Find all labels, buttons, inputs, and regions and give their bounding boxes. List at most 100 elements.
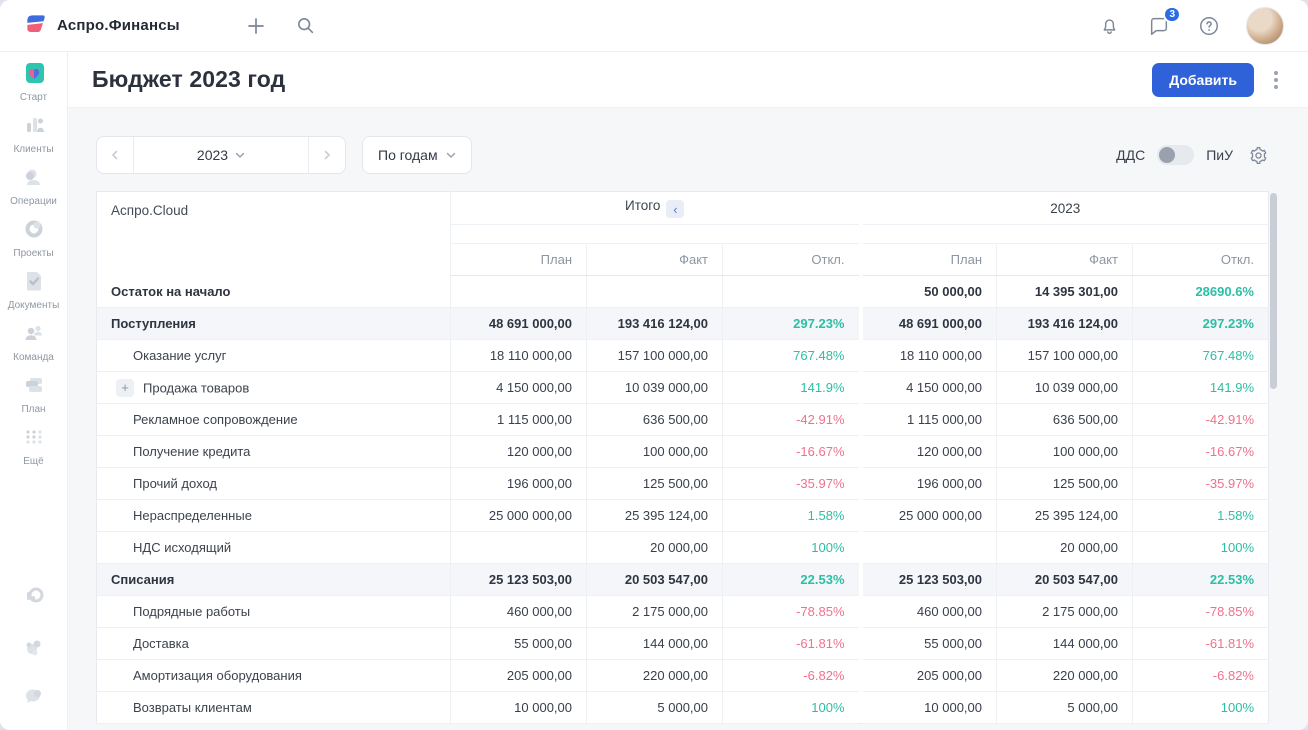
support-chat-icon[interactable]: [19, 682, 49, 712]
add-button[interactable]: Добавить: [1152, 63, 1254, 97]
row-label[interactable]: Доставка: [97, 628, 451, 660]
row-label[interactable]: Остаток на начало: [97, 276, 451, 308]
more-options-kebab-icon[interactable]: [1270, 67, 1282, 93]
value-cell[interactable]: 5 000,00: [587, 692, 723, 724]
user-avatar[interactable]: [1246, 7, 1284, 45]
value-cell[interactable]: 196 000,00: [451, 468, 587, 500]
value-cell[interactable]: 125 500,00: [587, 468, 723, 500]
value-cell[interactable]: 20 000,00: [587, 532, 723, 564]
value-cell[interactable]: 50 000,00: [863, 276, 997, 308]
value-cell[interactable]: 636 500,00: [997, 404, 1133, 436]
value-cell[interactable]: 636 500,00: [587, 404, 723, 436]
value-cell[interactable]: 193 416 124,00: [587, 308, 723, 340]
value-cell[interactable]: 25 123 503,00: [451, 564, 587, 596]
value-cell[interactable]: 55 000,00: [451, 628, 587, 660]
value-cell[interactable]: 193 416 124,00: [997, 308, 1133, 340]
row-label[interactable]: Амортизация оборудования: [97, 660, 451, 692]
prev-year-chevron-icon[interactable]: [97, 137, 134, 173]
value-cell[interactable]: 157 100 000,00: [997, 340, 1133, 372]
add-quick-button[interactable]: [244, 14, 268, 38]
row-label[interactable]: +Продажа товаров: [97, 372, 451, 404]
row-label[interactable]: Подрядные работы: [97, 596, 451, 628]
value-cell[interactable]: 2 175 000,00: [997, 596, 1133, 628]
value-cell[interactable]: 10 000,00: [863, 692, 997, 724]
year-select[interactable]: 2023: [134, 137, 308, 173]
value-cell[interactable]: 1 115 000,00: [451, 404, 587, 436]
value-cell[interactable]: 205 000,00: [451, 660, 587, 692]
period-select[interactable]: По годам: [362, 136, 472, 174]
value-cell[interactable]: 14 395 301,00: [997, 276, 1133, 308]
value-cell[interactable]: 4 150 000,00: [451, 372, 587, 404]
value-cell[interactable]: 55 000,00: [863, 628, 997, 660]
value-cell[interactable]: 10 000,00: [451, 692, 587, 724]
next-year-chevron-icon[interactable]: [308, 137, 345, 173]
value-cell[interactable]: 25 000 000,00: [863, 500, 997, 532]
row-label[interactable]: Нераспределенные: [97, 500, 451, 532]
value-cell[interactable]: 18 110 000,00: [451, 340, 587, 372]
value-cell[interactable]: 100 000,00: [997, 436, 1133, 468]
value-cell[interactable]: 196 000,00: [863, 468, 997, 500]
row-label[interactable]: Рекламное сопровождение: [97, 404, 451, 436]
value-cell[interactable]: 144 000,00: [997, 628, 1133, 660]
value-cell[interactable]: [587, 276, 723, 308]
value-cell[interactable]: 125 500,00: [997, 468, 1133, 500]
value-cell[interactable]: 18 110 000,00: [863, 340, 997, 372]
value-cell[interactable]: 20 503 547,00: [587, 564, 723, 596]
sidebar-item-projects[interactable]: Проекты: [3, 216, 65, 259]
value-cell[interactable]: 460 000,00: [863, 596, 997, 628]
sidebar-item-team[interactable]: Команда: [3, 320, 65, 363]
deviation-cell: 767.48%: [1133, 340, 1269, 372]
help-icon[interactable]: [1196, 13, 1222, 39]
sidebar-item-start[interactable]: Старт: [3, 60, 65, 103]
sidebar-item-operations[interactable]: Операции: [3, 164, 65, 207]
row-label[interactable]: Оказание услуг: [97, 340, 451, 372]
row-label[interactable]: Списания: [97, 564, 451, 596]
sidebar-item-more[interactable]: Ещё: [3, 424, 65, 467]
integrations-gear-icon[interactable]: [19, 632, 49, 662]
sidebar-item-documents[interactable]: Документы: [3, 268, 65, 311]
value-cell[interactable]: 48 691 000,00: [451, 308, 587, 340]
value-cell[interactable]: [451, 276, 587, 308]
value-cell[interactable]: 20 503 547,00: [997, 564, 1133, 596]
sidebar-item-clients[interactable]: Клиенты: [3, 112, 65, 155]
value-cell[interactable]: 205 000,00: [863, 660, 997, 692]
row-label[interactable]: НДС исходящий: [97, 532, 451, 564]
value-cell[interactable]: 220 000,00: [997, 660, 1133, 692]
value-cell[interactable]: 157 100 000,00: [587, 340, 723, 372]
value-cell[interactable]: 460 000,00: [451, 596, 587, 628]
value-cell[interactable]: 25 395 124,00: [587, 500, 723, 532]
row-label[interactable]: Возвраты клиентам: [97, 692, 451, 724]
dds-piu-toggle[interactable]: [1157, 145, 1194, 165]
value-cell[interactable]: 1 115 000,00: [863, 404, 997, 436]
row-label[interactable]: Получение кредита: [97, 436, 451, 468]
messages-chat-icon[interactable]: 3: [1146, 13, 1172, 39]
vertical-scrollbar-thumb[interactable]: [1270, 193, 1277, 389]
value-cell[interactable]: 144 000,00: [587, 628, 723, 660]
value-cell[interactable]: 5 000,00: [997, 692, 1133, 724]
expand-row-plus-icon[interactable]: +: [116, 379, 134, 397]
value-cell[interactable]: [451, 532, 587, 564]
value-cell[interactable]: 2 175 000,00: [587, 596, 723, 628]
value-cell[interactable]: 120 000,00: [451, 436, 587, 468]
value-cell[interactable]: 4 150 000,00: [863, 372, 997, 404]
value-cell[interactable]: 120 000,00: [863, 436, 997, 468]
sidebar-item-plan[interactable]: План: [3, 372, 65, 415]
value-cell[interactable]: 25 395 124,00: [997, 500, 1133, 532]
value-cell[interactable]: 220 000,00: [587, 660, 723, 692]
table-settings-gear-icon[interactable]: [1249, 146, 1268, 165]
deviation-cell: -78.85%: [723, 596, 859, 628]
value-cell[interactable]: 25 123 503,00: [863, 564, 997, 596]
collapse-total-chevron-icon[interactable]: ‹: [666, 200, 684, 218]
value-cell[interactable]: 10 039 000,00: [997, 372, 1133, 404]
search-icon[interactable]: [294, 14, 317, 37]
value-cell[interactable]: 100 000,00: [587, 436, 723, 468]
value-cell[interactable]: 48 691 000,00: [863, 308, 997, 340]
value-cell[interactable]: 20 000,00: [997, 532, 1133, 564]
value-cell[interactable]: 10 039 000,00: [587, 372, 723, 404]
notifications-bell-icon[interactable]: [1097, 13, 1122, 38]
value-cell[interactable]: [863, 532, 997, 564]
rocket-icon[interactable]: [19, 582, 49, 612]
row-label[interactable]: Поступления: [97, 308, 451, 340]
row-label[interactable]: Прочий доход: [97, 468, 451, 500]
value-cell[interactable]: 25 000 000,00: [451, 500, 587, 532]
